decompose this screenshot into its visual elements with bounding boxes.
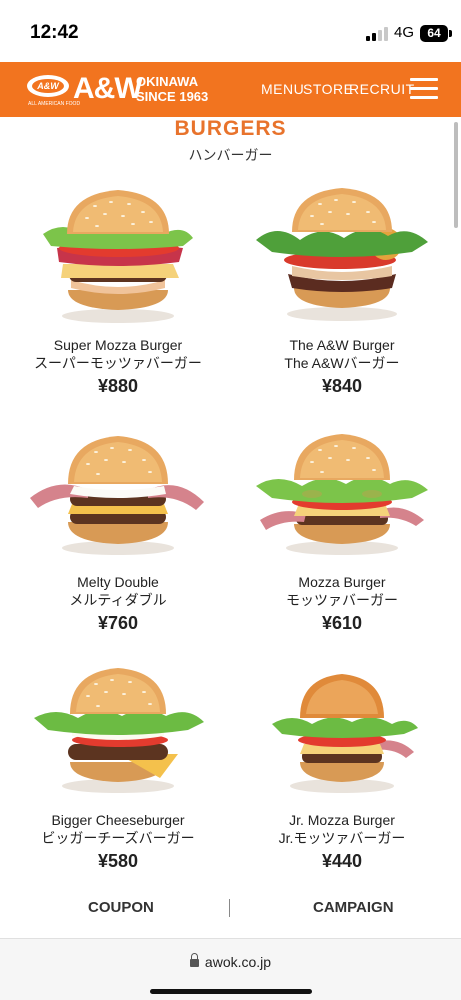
status-bar: 12:42 4G 64 <box>0 0 461 62</box>
logo-badge: A&W <box>27 75 69 97</box>
menu-item-jr-mozza-burger[interactable]: Jr. Mozza Burger Jr.モッツァバーガー ¥440 <box>232 662 452 873</box>
logo-badge-text: A&W <box>32 79 64 93</box>
item-name-jp: The A&Wバーガー <box>284 355 400 371</box>
battery-icon: 64 <box>420 25 452 42</box>
site-header: A&W ALL AMERICAN FOOD A&W OKINAWA SINCE … <box>0 62 461 117</box>
nav-menu-link[interactable]: MENU <box>261 81 304 97</box>
status-time: 12:42 <box>30 22 79 43</box>
item-name: Melty Double <box>77 574 159 590</box>
home-indicator[interactable] <box>150 989 312 994</box>
burger-image <box>34 668 204 793</box>
item-name-jp: Jr.モッツァバーガー <box>278 830 406 846</box>
menu-item-bigger-cheeseburger[interactable]: Bigger Cheeseburger ビッガーチーズバーガー ¥580 <box>8 662 228 873</box>
footer-divider <box>229 899 230 917</box>
item-name-jp: メルティダブル <box>69 592 167 608</box>
burger-image <box>272 674 418 793</box>
menu-item-mozza-burger[interactable]: Mozza Burger モッツァバーガー ¥610 <box>232 424 452 635</box>
item-price: ¥760 <box>97 613 139 633</box>
menu-item-the-aw-burger[interactable]: The A&W Burger The A&Wバーガー ¥840 <box>232 182 452 398</box>
nav-recruit-link[interactable]: RECRUIT <box>349 81 415 97</box>
item-name-jp: ビッガーチーズバーガー <box>41 830 195 846</box>
aw-logo[interactable]: A&W ALL AMERICAN FOOD A&W OKINAWA SINCE … <box>27 72 208 108</box>
item-price: ¥840 <box>321 376 363 396</box>
burger-image <box>256 188 428 321</box>
item-name: Bigger Cheeseburger <box>51 812 185 828</box>
campaign-link[interactable]: CAMPAIGN <box>313 899 394 916</box>
logo-region: OKINAWA <box>136 74 199 89</box>
hamburger-menu-icon[interactable] <box>410 78 438 100</box>
item-price: ¥610 <box>321 613 363 633</box>
item-name: Jr. Mozza Burger <box>289 812 395 828</box>
burger-image <box>30 436 204 555</box>
item-price: ¥880 <box>97 376 139 396</box>
burger-image <box>43 190 193 323</box>
url-display[interactable]: awok.co.jp <box>0 953 461 970</box>
browser-address-bar[interactable]: awok.co.jp <box>0 938 461 1000</box>
item-name-jp: スーパーモッツァバーガー <box>34 355 202 371</box>
item-name-jp: モッツァバーガー <box>286 592 398 608</box>
url-text: awok.co.jp <box>204 954 272 970</box>
lock-icon <box>189 953 199 967</box>
signal-icon <box>366 27 388 41</box>
section-title: BURGERS <box>174 117 287 140</box>
item-price: ¥580 <box>97 851 139 871</box>
coupon-link[interactable]: COUPON <box>88 899 154 916</box>
item-price: ¥440 <box>321 851 363 871</box>
logo-wordmark: A&W <box>73 72 143 105</box>
nav-store-link[interactable]: STORE <box>303 81 353 97</box>
item-name: Super Mozza Burger <box>53 337 183 353</box>
network-type: 4G <box>394 24 415 41</box>
menu-item-super-mozza-burger[interactable]: Super Mozza Burger スーパーモッツァバーガー ¥880 <box>8 182 228 398</box>
item-name: The A&W Burger <box>289 337 395 353</box>
burger-image <box>256 434 428 555</box>
section-subtitle: ハンバーガー <box>188 147 273 163</box>
logo-since: SINCE 1963 <box>136 89 209 104</box>
item-name: Mozza Burger <box>298 574 386 590</box>
footer-links: COUPON CAMPAIGN <box>0 893 461 925</box>
menu-item-melty-double[interactable]: Melty Double メルティダブル ¥760 <box>8 424 228 635</box>
